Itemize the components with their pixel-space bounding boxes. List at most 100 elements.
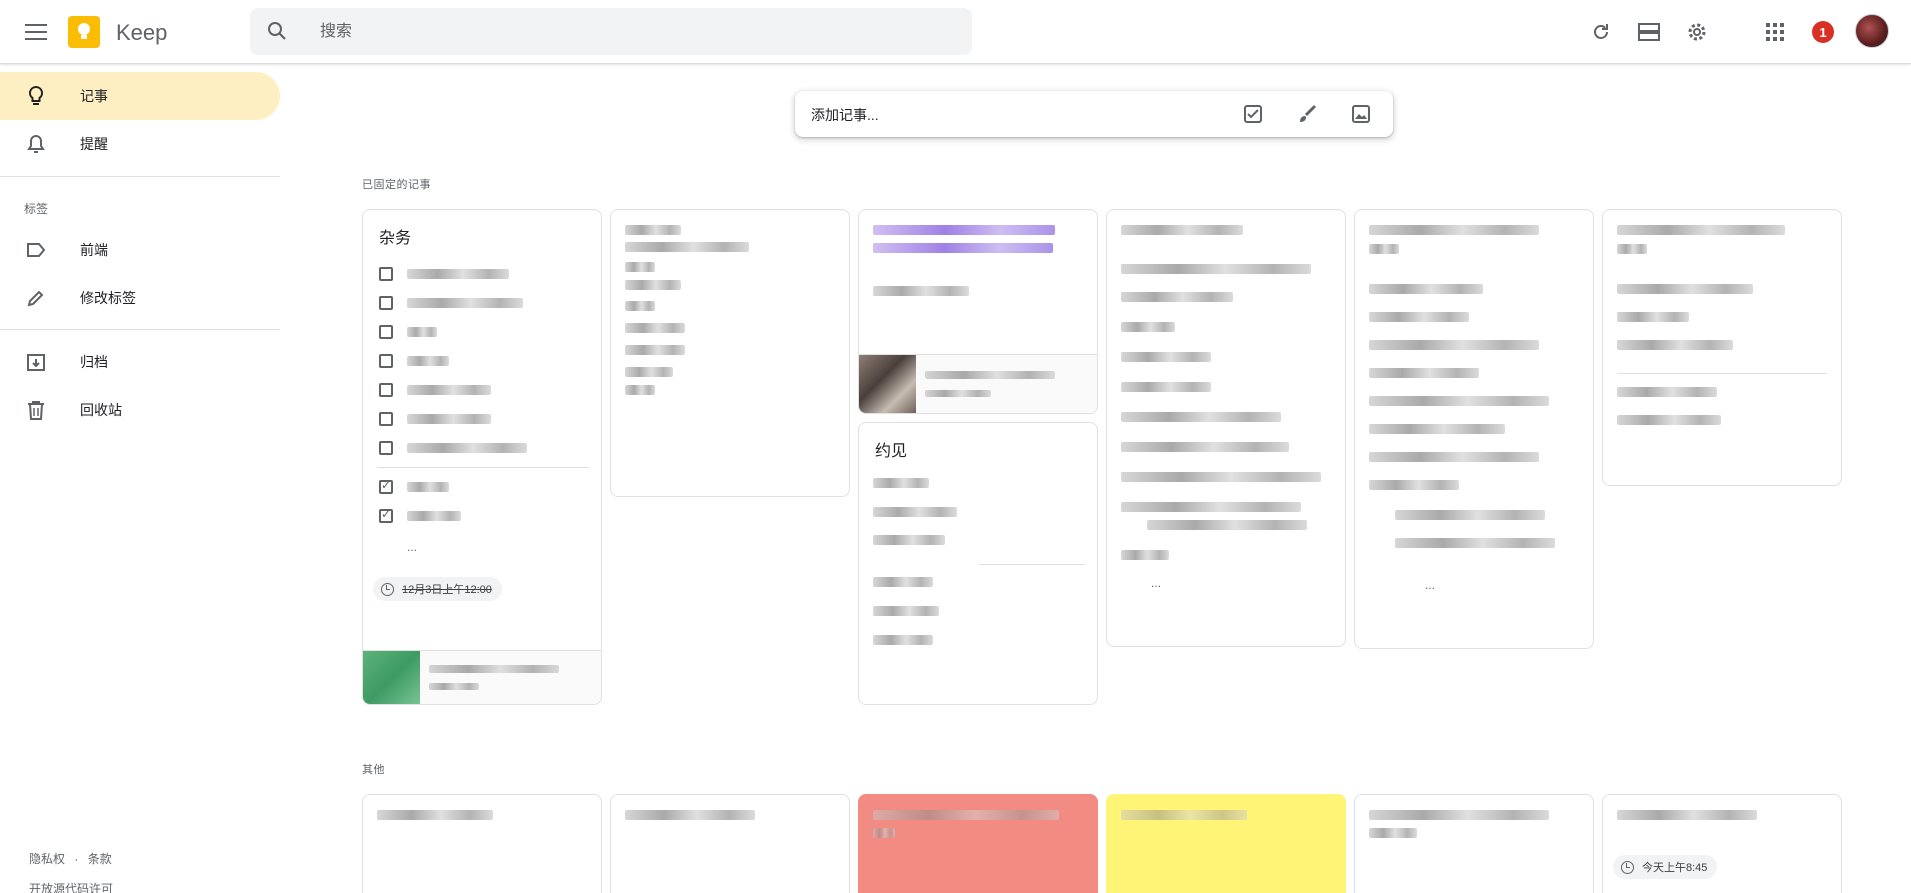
search-bar[interactable] — [250, 8, 972, 55]
sidebar-item-label: 前端 — [80, 242, 108, 258]
link-thumbnail — [363, 651, 420, 704]
redacted-text — [873, 243, 1053, 253]
redacted-text — [873, 478, 929, 488]
redacted-text — [1617, 244, 1647, 254]
sidebar-item-label: 提醒 — [80, 136, 108, 152]
new-drawing-button[interactable] — [1295, 102, 1319, 126]
note-card[interactable] — [610, 794, 850, 893]
redacted-text — [1121, 292, 1233, 302]
redacted-text — [873, 507, 957, 517]
gear-icon — [1688, 23, 1706, 41]
archive-icon — [24, 350, 48, 374]
redacted-text — [1617, 415, 1721, 425]
take-note-placeholder[interactable]: 添加记事... — [811, 105, 879, 125]
redacted-text — [1369, 810, 1549, 820]
redacted-text — [1121, 352, 1211, 362]
checkbox-checked[interactable] — [379, 478, 393, 494]
completed-divider — [1617, 373, 1827, 374]
sidebar-item-edit-labels[interactable]: 修改标签 — [0, 274, 280, 322]
main-menu-button[interactable] — [20, 16, 52, 48]
sidebar-divider — [0, 329, 280, 330]
settings-button[interactable] — [1681, 16, 1713, 48]
privacy-link[interactable]: 隐私权 — [29, 852, 65, 866]
redacted-text — [429, 665, 559, 673]
sidebar-item-archive[interactable]: 归档 — [0, 338, 280, 386]
redacted-text — [625, 323, 685, 333]
checkbox[interactable] — [379, 441, 393, 455]
note-title: 约见 — [875, 443, 908, 460]
pinned-section-heading: 已固定的记事 — [362, 179, 431, 191]
reminder-text: 12月3日上午12:00 — [402, 584, 492, 596]
take-note-bar[interactable]: 添加记事... — [795, 91, 1393, 137]
keep-logo[interactable] — [68, 16, 100, 48]
redacted-text — [1395, 538, 1555, 548]
note-card[interactable]: 杂务 ... 12月3日上午12:00 — [362, 209, 602, 705]
redacted-text — [1121, 550, 1169, 560]
redacted-text — [1617, 387, 1717, 397]
redacted-text — [407, 385, 491, 395]
sidebar-item-label: 记事 — [80, 88, 108, 104]
apps-button[interactable] — [1759, 16, 1791, 48]
checkbox-icon — [1244, 105, 1262, 123]
checkbox[interactable] — [379, 267, 393, 281]
note-card[interactable]: 今天上午8:45 — [1602, 794, 1842, 893]
reminder-chip[interactable]: 12月3日上午12:00 — [373, 577, 502, 601]
link-preview[interactable] — [363, 650, 601, 704]
note-card[interactable] — [362, 794, 602, 893]
note-card-red[interactable] — [858, 794, 1098, 893]
refresh-icon — [1594, 24, 1608, 39]
note-card[interactable] — [1354, 794, 1594, 893]
new-image-button[interactable] — [1349, 102, 1373, 126]
redacted-text — [625, 810, 755, 820]
note-card[interactable] — [610, 209, 850, 497]
bell-icon — [24, 132, 48, 156]
list-view-button[interactable] — [1633, 16, 1665, 48]
redacted-text — [873, 606, 939, 616]
app-name[interactable]: Keep — [116, 20, 167, 46]
note-card[interactable] — [1602, 209, 1842, 486]
clock-icon — [381, 582, 394, 596]
completed-divider — [979, 564, 1085, 565]
note-card-yellow[interactable] — [1106, 794, 1346, 893]
account-avatar[interactable] — [1855, 14, 1889, 48]
redacted-text — [1147, 520, 1307, 530]
checkbox[interactable] — [379, 383, 393, 397]
notification-badge[interactable]: 1 — [1812, 21, 1834, 43]
redacted-text — [1121, 412, 1281, 422]
note-card[interactable]: 约见 — [858, 422, 1098, 705]
note-card[interactable] — [858, 209, 1098, 414]
redacted-text — [1369, 340, 1539, 350]
redacted-text — [1121, 442, 1289, 452]
sidebar-item-label: 回收站 — [80, 402, 122, 418]
redacted-text — [1369, 396, 1549, 406]
note-card[interactable]: ... — [1354, 209, 1594, 649]
refresh-button[interactable] — [1585, 16, 1617, 48]
redacted-text — [1617, 284, 1753, 294]
new-list-button[interactable] — [1241, 102, 1265, 126]
terms-link[interactable]: 条款 — [88, 852, 112, 866]
redacted-text — [625, 367, 673, 377]
sidebar-item-trash[interactable]: 回收站 — [0, 386, 280, 434]
link-thumbnail — [859, 355, 916, 413]
checkbox[interactable] — [379, 412, 393, 426]
apps-grid-icon — [1766, 23, 1784, 41]
search-input[interactable] — [320, 8, 940, 55]
redacted-text — [1617, 312, 1689, 322]
license-link[interactable]: 开放源代码许可 — [29, 880, 113, 893]
sidebar-item-label: 修改标签 — [80, 290, 136, 306]
link-preview[interactable] — [859, 354, 1097, 413]
checkbox[interactable] — [379, 325, 393, 339]
search-icon[interactable] — [266, 20, 288, 47]
checkbox-checked[interactable] — [379, 507, 393, 523]
sidebar-item-reminders[interactable]: 提醒 — [0, 120, 280, 168]
redacted-text — [377, 810, 493, 820]
redacted-text — [1121, 472, 1321, 482]
redacted-text — [1369, 284, 1483, 294]
checkbox[interactable] — [379, 296, 393, 310]
checkbox[interactable] — [379, 354, 393, 368]
note-card[interactable]: ... — [1106, 209, 1346, 647]
sidebar-item-label-frontend[interactable]: 前端 — [0, 226, 280, 274]
reminder-chip[interactable]: 今天上午8:45 — [1613, 855, 1718, 879]
sidebar-item-notes[interactable]: 记事 — [0, 72, 280, 120]
image-icon — [1352, 105, 1370, 123]
